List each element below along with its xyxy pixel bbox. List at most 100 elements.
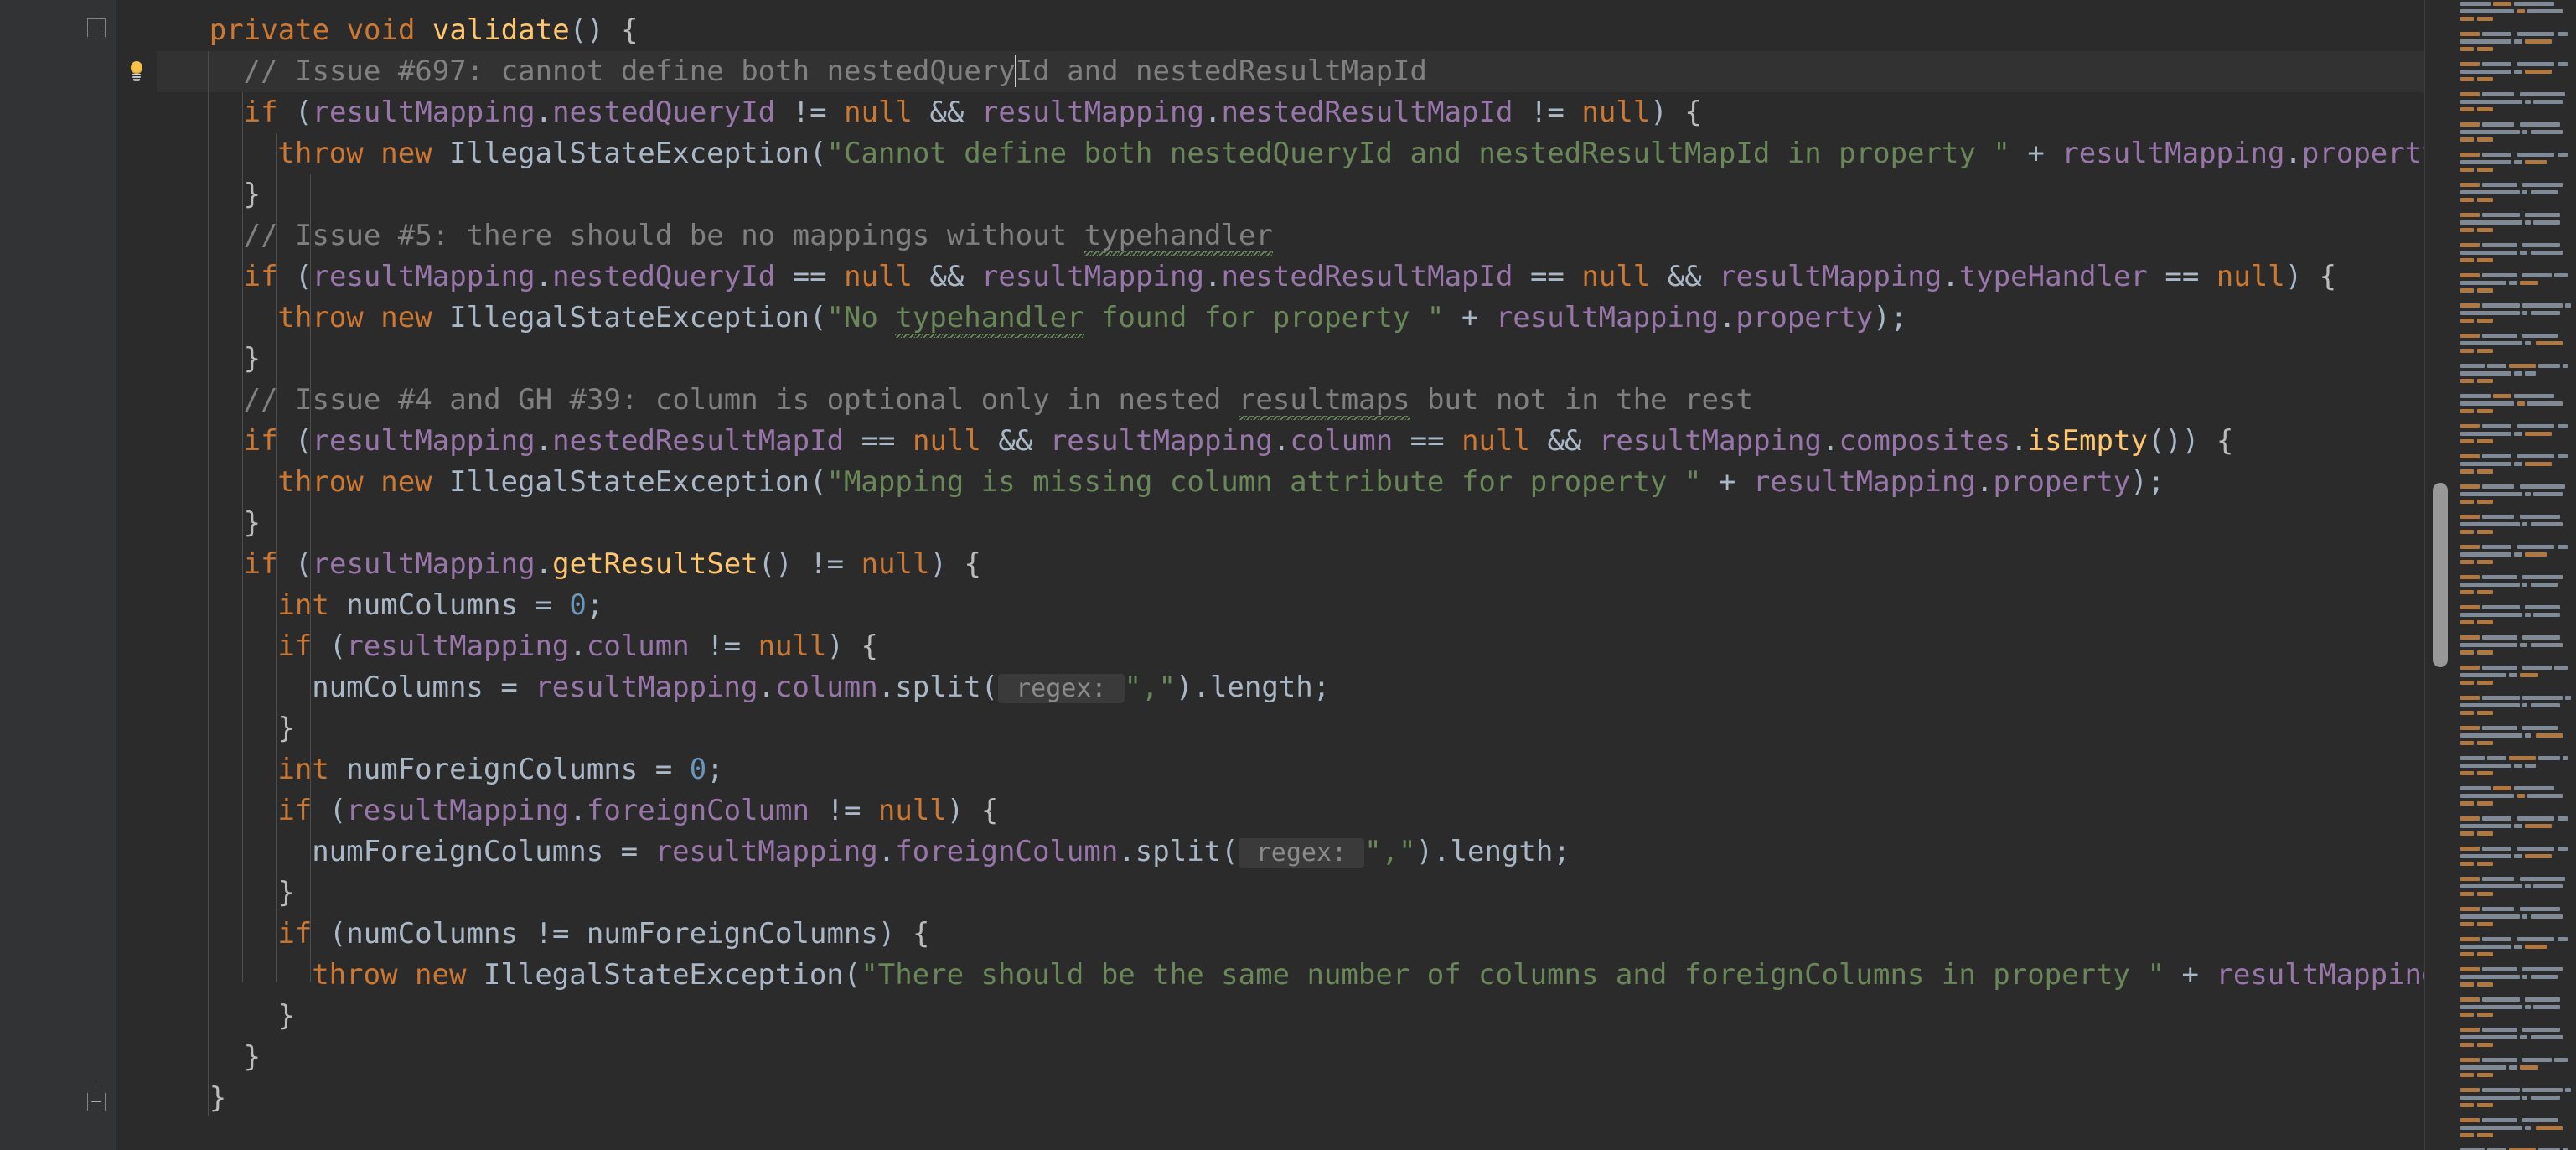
code-surface[interactable]: private void validate() {// Issue #697: … xyxy=(157,0,2576,1150)
minimap-token xyxy=(2525,613,2531,617)
code-line[interactable]: } xyxy=(157,174,2576,215)
minimap-token xyxy=(2525,824,2553,828)
minimap-token xyxy=(2460,945,2512,949)
minimap-token xyxy=(2532,884,2563,888)
code-token: ; xyxy=(1553,835,1570,868)
code-line[interactable]: private void validate() { xyxy=(157,10,2576,51)
code-line[interactable]: throw new IllegalStateException("Cannot … xyxy=(157,133,2576,174)
code-token: throw xyxy=(277,465,381,499)
gutter-intention-icons[interactable] xyxy=(116,0,157,1150)
code-token: && xyxy=(912,260,981,293)
minimap-line xyxy=(2455,279,2576,287)
code-line[interactable]: int numColumns = 0; xyxy=(157,585,2576,626)
code-token: void xyxy=(346,13,432,47)
scrollbar-thumb[interactable] xyxy=(2433,483,2448,667)
code-line[interactable]: numForeignColumns = resultMapping.foreig… xyxy=(157,831,2576,873)
minimap-token xyxy=(2460,492,2522,496)
code-token: == xyxy=(1393,424,1462,458)
minimap-token xyxy=(2532,613,2560,617)
minimap-line xyxy=(2455,392,2576,400)
minimap-token xyxy=(2460,107,2475,111)
minimap-token xyxy=(2482,847,2512,851)
minimap-token xyxy=(2522,575,2563,579)
code-line[interactable]: } xyxy=(157,503,2576,544)
code-line[interactable]: } xyxy=(157,1078,2576,1119)
minimap-token xyxy=(2525,160,2547,164)
code-line[interactable]: // Issue #5: there should be no mappings… xyxy=(157,215,2576,256)
code-line[interactable]: if (resultMapping.foreignColumn != null)… xyxy=(157,790,2576,831)
gutter-annotations[interactable] xyxy=(0,0,77,1150)
code-token: // Issue #4 and GH #39: column is option… xyxy=(243,383,1239,417)
code-lines[interactable]: private void validate() {// Issue #697: … xyxy=(157,10,2576,1119)
minimap-line xyxy=(2455,1086,2576,1094)
code-token: . xyxy=(569,794,587,827)
minimap-token xyxy=(2517,153,2555,157)
lightbulb-icon[interactable] xyxy=(125,60,148,84)
minimap-token xyxy=(2482,303,2520,308)
code-line[interactable]: if (resultMapping.column != null) { xyxy=(157,626,2576,667)
minimap-line xyxy=(2455,1094,2576,1101)
code-line-text: if (resultMapping.foreignColumn != null)… xyxy=(157,790,998,831)
code-line[interactable]: // Issue #697: cannot define both nested… xyxy=(157,51,2576,92)
code-token: IllegalStateException xyxy=(449,465,810,499)
indent-guide xyxy=(310,174,312,982)
code-line-text: // Issue #4 and GH #39: column is option… xyxy=(157,380,1753,421)
minimap-token xyxy=(2554,273,2568,277)
minimap-line xyxy=(2455,226,2576,234)
code-token: new xyxy=(380,301,450,334)
minimap-token xyxy=(2554,666,2568,670)
code-editor[interactable]: private void validate() {// Issue #697: … xyxy=(0,0,2576,1150)
minimap-line xyxy=(2455,1124,2576,1132)
editor-right-pane[interactable] xyxy=(2424,0,2576,1150)
code-token: != xyxy=(689,629,758,663)
code-line[interactable]: } xyxy=(157,873,2576,914)
minimap-token xyxy=(2476,862,2493,866)
code-token: { xyxy=(1684,96,1702,129)
code-line[interactable]: } xyxy=(157,339,2576,380)
code-line[interactable]: int numForeignColumns = 0; xyxy=(157,749,2576,790)
gutter-fold-column[interactable] xyxy=(77,0,116,1150)
code-minimap[interactable] xyxy=(2455,0,2576,1150)
minimap-line xyxy=(2455,596,2576,603)
minimap-line xyxy=(2455,951,2576,958)
code-token: } xyxy=(243,1040,261,1074)
code-token: foreignColumn xyxy=(586,794,810,827)
minimap-token xyxy=(2476,590,2493,594)
code-line[interactable]: if (resultMapping.nestedQueryId == null … xyxy=(157,256,2576,298)
minimap-line xyxy=(2455,38,2576,45)
code-line[interactable]: numColumns = resultMapping.column.split(… xyxy=(157,667,2576,708)
code-token: "," xyxy=(1364,835,1416,868)
minimap-line xyxy=(2455,852,2576,860)
minimap-line xyxy=(2455,121,2576,128)
code-line[interactable]: if (resultMapping.getResultSet() != null… xyxy=(157,544,2576,585)
minimap-token xyxy=(2522,1028,2560,1032)
minimap-token xyxy=(2514,945,2522,949)
code-token: . xyxy=(1975,465,1994,499)
minimap-token xyxy=(2460,47,2475,51)
minimap-line xyxy=(2455,438,2576,445)
code-line[interactable]: throw new IllegalStateException("There s… xyxy=(157,955,2576,996)
code-line[interactable]: } xyxy=(157,996,2576,1037)
fold-marker-collapse-top[interactable] xyxy=(87,18,106,45)
code-line[interactable]: } xyxy=(157,708,2576,749)
minimap-token xyxy=(2532,492,2563,496)
code-token: . xyxy=(1718,301,1736,334)
minimap-token xyxy=(2460,62,2480,66)
code-line[interactable]: // Issue #4 and GH #39: column is option… xyxy=(157,380,2576,421)
minimap-token xyxy=(2517,545,2555,549)
code-line[interactable]: if (resultMapping.nestedResultMapId == n… xyxy=(157,421,2576,462)
code-line[interactable]: } xyxy=(157,1037,2576,1078)
code-line[interactable]: if (numColumns != numForeignColumns) { xyxy=(157,914,2576,955)
vertical-scrollbar[interactable] xyxy=(2425,0,2455,1150)
code-token: ) xyxy=(1175,671,1193,704)
code-line[interactable]: throw new IllegalStateException("No type… xyxy=(157,298,2576,339)
code-token: resultMapping xyxy=(2216,958,2439,992)
minimap-token xyxy=(2476,771,2493,775)
minimap-token xyxy=(2460,522,2520,526)
code-line[interactable]: throw new IllegalStateException("Mapping… xyxy=(157,462,2576,503)
minimap-line xyxy=(2455,747,2576,754)
code-token: null xyxy=(877,794,947,827)
code-line[interactable]: if (resultMapping.nestedQueryId != null … xyxy=(157,92,2576,133)
fold-marker-collapse-bottom[interactable] xyxy=(87,1085,106,1111)
minimap-line xyxy=(2455,91,2576,98)
